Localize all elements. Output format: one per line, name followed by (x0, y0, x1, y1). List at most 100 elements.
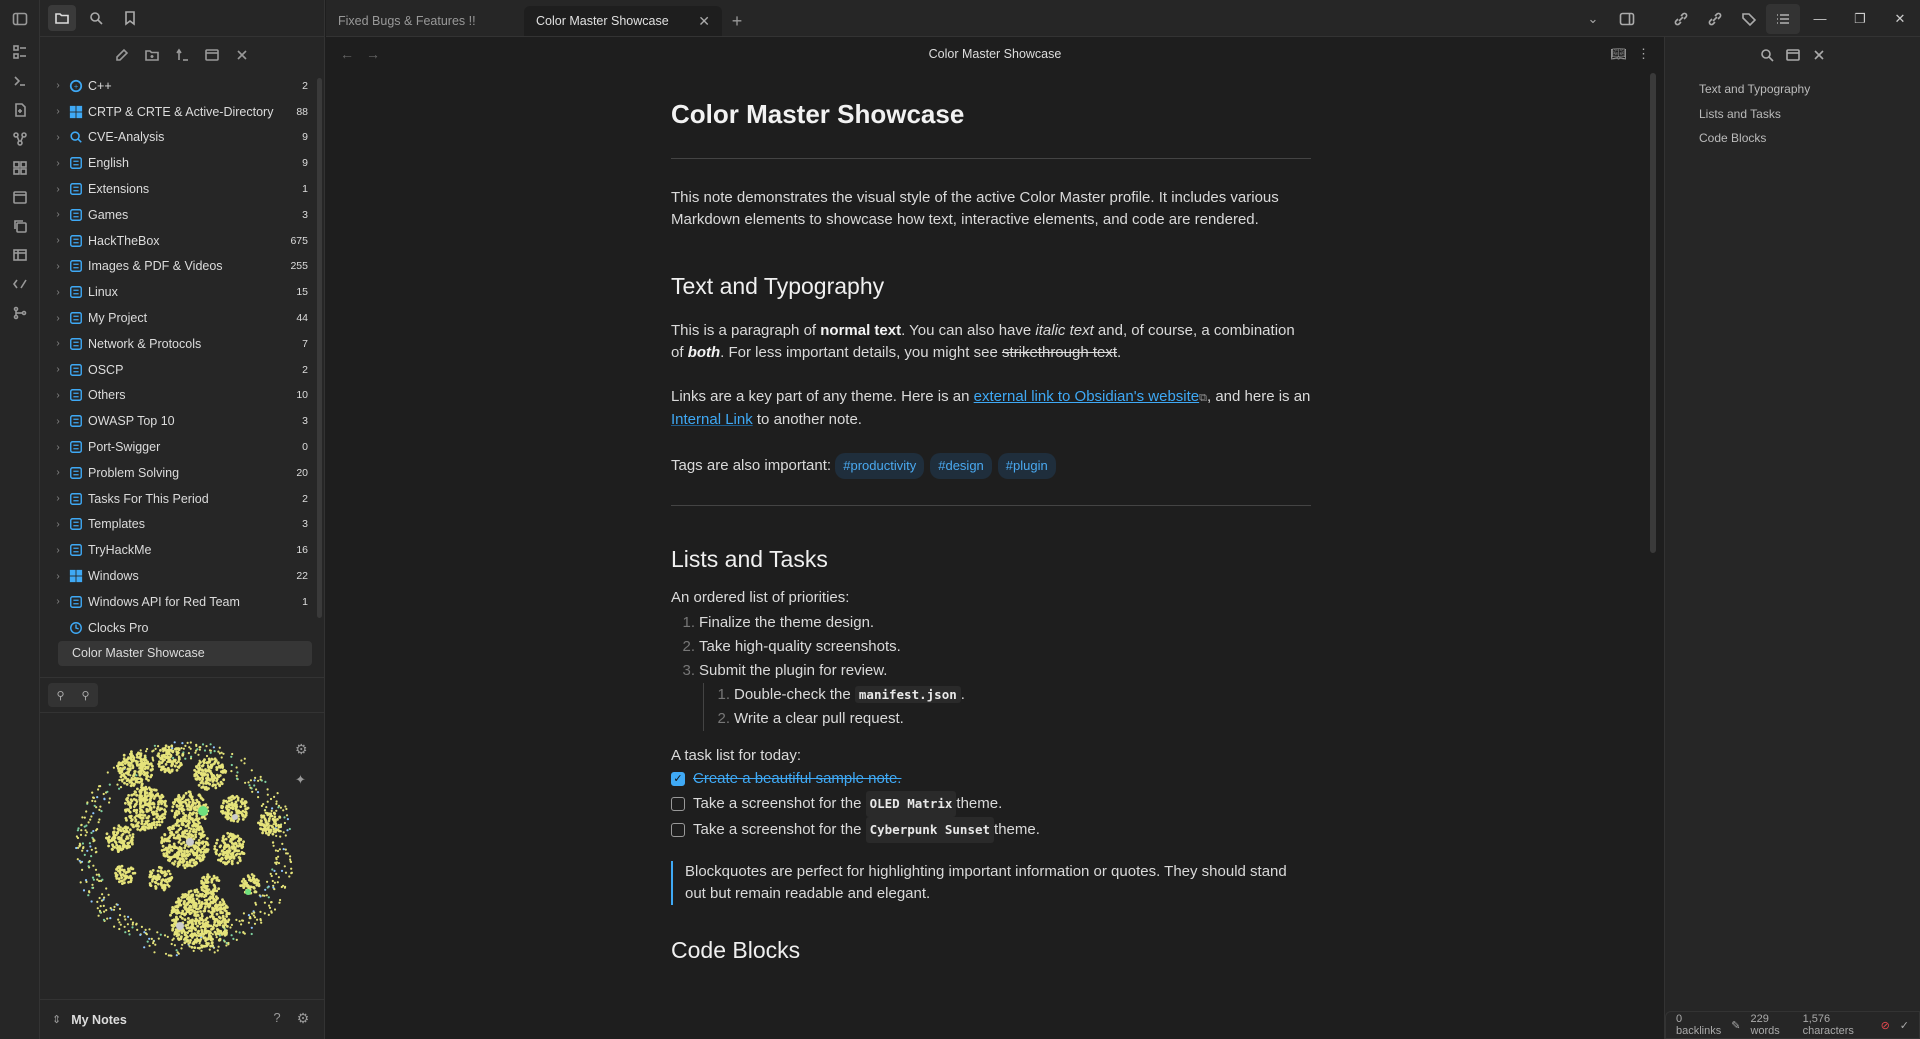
graph-node[interactable] (269, 828, 273, 832)
graph-node[interactable] (216, 761, 220, 765)
graph-node[interactable] (266, 880, 269, 883)
graph-node[interactable] (166, 752, 169, 756)
help-icon[interactable]: ? (267, 1010, 287, 1030)
graph-node[interactable] (220, 933, 224, 936)
graph-node[interactable] (186, 896, 189, 900)
graph-node[interactable] (96, 796, 99, 799)
graph-node[interactable] (226, 925, 229, 928)
graph-node[interactable] (204, 786, 207, 789)
graph-node[interactable] (174, 812, 177, 816)
graph-node[interactable] (88, 890, 91, 893)
graph-node[interactable] (143, 814, 147, 817)
graph-node[interactable] (130, 839, 134, 843)
graph-node[interactable] (197, 817, 201, 820)
graph-node[interactable] (221, 766, 225, 769)
graph-node[interactable] (194, 751, 197, 754)
graph-node[interactable] (206, 837, 209, 840)
graph-node[interactable] (233, 836, 236, 840)
graph-node[interactable] (202, 936, 206, 940)
graph-node[interactable] (76, 858, 79, 861)
graph-node[interactable] (197, 783, 201, 787)
graph-node[interactable] (259, 778, 262, 781)
graph-node[interactable] (140, 760, 143, 764)
graph-node[interactable] (170, 744, 174, 748)
graph-node[interactable] (231, 794, 235, 798)
graph-node[interactable] (123, 878, 126, 881)
graph-node[interactable] (164, 952, 168, 955)
graph-node[interactable] (163, 802, 167, 805)
graph-node[interactable] (247, 914, 250, 917)
graph-node[interactable] (118, 880, 121, 884)
graph-node[interactable] (142, 770, 146, 774)
graph-node[interactable] (222, 939, 226, 942)
graph-node[interactable] (154, 788, 158, 792)
graph-node[interactable] (129, 752, 132, 756)
graph-node[interactable] (127, 794, 130, 797)
graph-node[interactable] (219, 929, 223, 933)
graph-node[interactable] (181, 742, 184, 745)
graph-node[interactable] (159, 881, 163, 885)
graph-node[interactable] (206, 884, 209, 888)
link-icon[interactable] (1664, 4, 1698, 34)
graph-node[interactable] (235, 777, 239, 780)
graph-node[interactable] (259, 910, 262, 913)
graph-node[interactable] (107, 844, 110, 848)
graph-icon[interactable] (0, 124, 40, 153)
graph-node[interactable] (192, 824, 195, 828)
graph-node[interactable] (118, 787, 121, 790)
graph-node[interactable] (249, 786, 252, 789)
graph-node[interactable] (205, 941, 209, 945)
graph-node[interactable] (290, 867, 293, 870)
folder-item[interactable]: › Port-Swigger 0 (50, 434, 312, 460)
graph-node[interactable] (167, 884, 171, 888)
tag-plugin[interactable]: #plugin (997, 453, 1056, 479)
graph-node[interactable] (157, 745, 160, 748)
graph-node[interactable] (190, 929, 193, 933)
graph-node[interactable] (202, 853, 205, 857)
graph-node[interactable] (177, 840, 181, 844)
folder-item[interactable]: › English 9 (50, 150, 312, 176)
graph-node[interactable] (164, 744, 168, 748)
graph-settings-icon[interactable]: ⚙ (295, 741, 308, 757)
graph-node[interactable] (273, 869, 276, 872)
graph-node[interactable] (87, 894, 90, 897)
graph-node[interactable] (145, 775, 148, 778)
graph-node[interactable] (94, 847, 97, 850)
graph-node[interactable] (222, 752, 225, 755)
graph-node[interactable] (164, 873, 168, 877)
graph-node[interactable] (176, 922, 184, 930)
graph-node[interactable] (98, 808, 101, 811)
graph-node[interactable] (207, 937, 210, 940)
graph-node[interactable] (131, 759, 134, 763)
graph-node[interactable] (118, 779, 121, 782)
graph-node[interactable] (173, 815, 177, 819)
graph-node[interactable] (230, 861, 234, 865)
graph-node[interactable] (75, 846, 78, 850)
graph-node[interactable] (200, 930, 204, 934)
graph-node[interactable] (173, 800, 177, 804)
graph-node[interactable] (195, 814, 199, 818)
graph-node[interactable] (179, 915, 182, 919)
graph-node[interactable] (117, 769, 121, 773)
graph-node[interactable] (181, 896, 185, 899)
graph-node[interactable] (193, 910, 197, 913)
more-options-icon[interactable]: ⋮ (1637, 46, 1650, 62)
settings-icon[interactable]: ⚙ (293, 1010, 313, 1030)
graph-node[interactable] (152, 875, 155, 879)
graph-node[interactable] (106, 917, 109, 920)
graph-node[interactable] (218, 774, 222, 777)
graph-node[interactable] (159, 933, 162, 936)
graph-node[interactable] (186, 902, 190, 906)
graph-node[interactable] (204, 898, 207, 902)
graph-node[interactable] (254, 776, 257, 779)
graph-node[interactable] (221, 849, 224, 853)
graph-node[interactable] (265, 806, 268, 809)
graph-node[interactable] (136, 755, 139, 759)
graph-node[interactable] (196, 910, 199, 914)
graph-node[interactable] (288, 875, 291, 878)
graph-node[interactable] (270, 901, 273, 904)
folder-item[interactable]: › Problem Solving 20 (50, 460, 312, 486)
graph-node[interactable] (148, 788, 152, 791)
graph-node[interactable] (147, 815, 151, 818)
graph-node[interactable] (238, 931, 241, 934)
